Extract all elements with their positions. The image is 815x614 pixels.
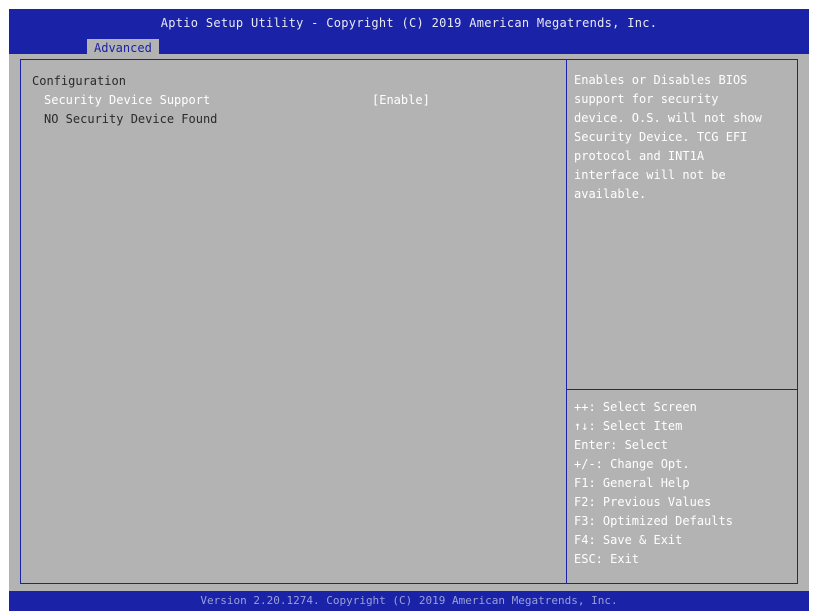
key-help-select-screen: ++: Select Screen [574,400,697,414]
help-description-line: support for security [574,92,719,106]
section-title: Configuration [32,74,126,88]
help-description-line: interface will not be [574,168,726,182]
bios-setup-screen: Aptio Setup Utility - Copyright (C) 2019… [0,0,815,614]
title-bar-text: Aptio Setup Utility - Copyright (C) 2019… [160,16,658,30]
title-bar: Aptio Setup Utility - Copyright (C) 2019… [9,9,809,58]
key-help-optimized-defaults: F3: Optimized Defaults [574,514,733,528]
settings-panel: Configuration Security Device Support [E… [20,59,567,584]
help-description-line: protocol and INT1A [574,149,705,163]
key-help-select-item: ↑↓: Select Item [574,419,683,433]
security-device-support-value[interactable]: [Enable] [372,93,430,108]
key-help-general-help: F1: General Help [574,476,690,490]
help-divider [567,389,797,390]
key-help-change-opt: +/-: Change Opt. [574,457,690,471]
help-description-line: device. O.S. will not show [574,111,762,125]
security-device-status: NO Security Device Found [44,112,218,126]
help-description-line: Enables or Disables BIOS [574,73,748,87]
body-area: Configuration Security Device Support [E… [9,54,809,591]
key-help-previous-values: F2: Previous Values [574,495,712,509]
key-help-enter-select: Enter: Select [574,438,668,452]
help-description-line: Security Device. TCG EFI [574,130,748,144]
key-help-exit: ESC: Exit [574,552,640,566]
key-help-save-exit: F4: Save & Exit [574,533,683,547]
security-device-support-label[interactable]: Security Device Support [44,93,210,108]
footer-version-text: Version 2.20.1274. Copyright (C) 2019 Am… [200,594,618,607]
help-panel: Enables or Disables BIOS support for sec… [566,59,798,584]
help-description-line: available. [574,187,647,201]
footer-bar: Version 2.20.1274. Copyright (C) 2019 Am… [9,591,809,611]
